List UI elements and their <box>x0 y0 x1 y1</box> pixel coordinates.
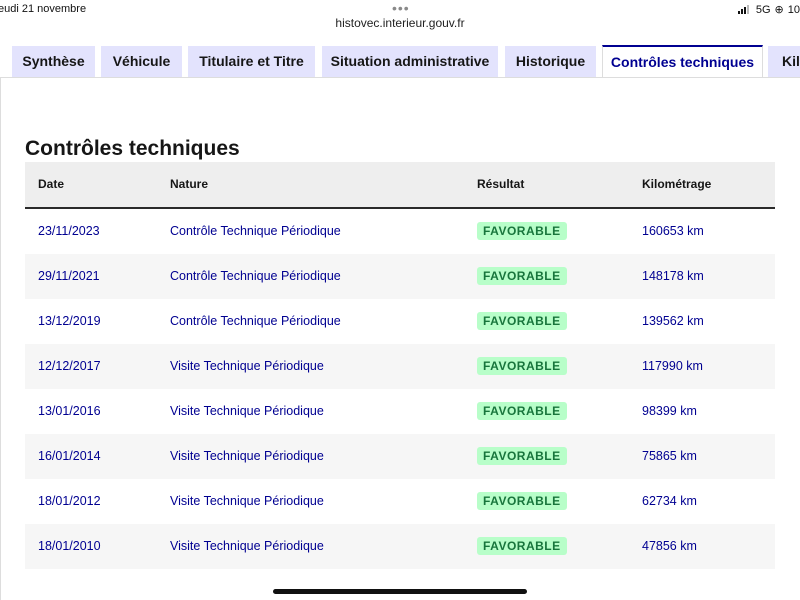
cell-nature: Visite Technique Périodique <box>170 359 324 373</box>
cell-nature: Visite Technique Périodique <box>170 404 324 418</box>
header-nature: Nature <box>170 177 209 191</box>
cell-mileage: 139562 km <box>642 314 704 328</box>
result-badge: FAVORABLE <box>477 447 567 465</box>
result-badge: FAVORABLE <box>477 492 567 510</box>
header-date: Date <box>38 177 65 191</box>
cell-date: 18/01/2012 <box>38 494 101 508</box>
tab-bar: Synthèse Véhicule Titulaire et Titre Sit… <box>0 45 800 78</box>
network-label: 5G <box>755 3 771 16</box>
result-badge: FAVORABLE <box>477 537 567 555</box>
result-badge: FAVORABLE <box>477 312 567 330</box>
table-row: 23/11/2023 Contrôle Technique Périodique… <box>25 209 775 254</box>
tab-synthese[interactable]: Synthèse <box>12 46 95 77</box>
cell-nature: Visite Technique Périodique <box>170 494 324 508</box>
cell-date: 13/01/2016 <box>38 404 101 418</box>
result-badge: FAVORABLE <box>477 267 567 285</box>
cell-mileage: 98399 km <box>642 404 697 418</box>
tab-divider <box>0 77 800 78</box>
result-badge: FAVORABLE <box>477 222 567 240</box>
status-date: eudi 21 novembre <box>0 3 87 15</box>
cell-mileage: 148178 km <box>642 269 704 283</box>
tab-vehicule[interactable]: Véhicule <box>101 46 182 77</box>
battery-label: 10 <box>787 3 800 16</box>
url-bar[interactable]: histovec.interieur.gouv.fr <box>0 16 800 30</box>
page-title: Contrôles techniques <box>25 137 240 160</box>
home-indicator[interactable] <box>273 589 527 594</box>
status-indicators: 5G ⊕ 10 <box>737 3 800 16</box>
header-result: Résultat <box>477 177 525 191</box>
panel-border <box>0 77 1 600</box>
table-row: 13/01/2016 Visite Technique Périodique F… <box>25 389 775 434</box>
cell-date: 18/01/2010 <box>38 539 101 553</box>
table-row: 18/01/2010 Visite Technique Périodique F… <box>25 524 775 569</box>
cell-date: 23/11/2023 <box>38 224 100 238</box>
header-mileage: Kilométrage <box>642 177 712 191</box>
tab-kilometrage[interactable]: Kilo <box>768 46 800 77</box>
tab-situation-administrative[interactable]: Situation administrative <box>322 46 498 77</box>
signal-icon <box>737 5 749 14</box>
cell-mileage: 47856 km <box>642 539 697 553</box>
cell-mileage: 160653 km <box>642 224 704 238</box>
cell-mileage: 75865 km <box>642 449 697 463</box>
cell-date: 13/12/2019 <box>38 314 101 328</box>
cell-nature: Contrôle Technique Périodique <box>170 314 341 328</box>
cell-date: 16/01/2014 <box>38 449 101 463</box>
table-row: 12/12/2017 Visite Technique Périodique F… <box>25 344 775 389</box>
cell-nature: Contrôle Technique Périodique <box>170 224 341 238</box>
cell-mileage: 62734 km <box>642 494 697 508</box>
controles-table: Date Nature Résultat Kilométrage 23/11/2… <box>25 162 775 569</box>
cell-mileage: 117990 km <box>642 359 703 373</box>
tab-historique[interactable]: Historique <box>505 46 596 77</box>
location-icon: ⊕ <box>774 4 784 16</box>
cell-nature: Contrôle Technique Périodique <box>170 269 341 283</box>
table-row: 29/11/2021 Contrôle Technique Périodique… <box>25 254 775 299</box>
cell-nature: Visite Technique Périodique <box>170 539 324 553</box>
cell-date: 29/11/2021 <box>38 269 100 283</box>
result-badge: FAVORABLE <box>477 357 567 375</box>
result-badge: FAVORABLE <box>477 402 567 420</box>
more-dots-icon[interactable]: ••• <box>392 0 410 16</box>
table-row: 18/01/2012 Visite Technique Périodique F… <box>25 479 775 524</box>
table-row: 16/01/2014 Visite Technique Périodique F… <box>25 434 775 479</box>
cell-date: 12/12/2017 <box>38 359 101 373</box>
cell-nature: Visite Technique Périodique <box>170 449 324 463</box>
table-header: Date Nature Résultat Kilométrage <box>25 162 775 209</box>
table-row: 13/12/2019 Contrôle Technique Périodique… <box>25 299 775 344</box>
tab-controles-techniques[interactable]: Contrôles techniques <box>602 45 763 78</box>
tab-titulaire[interactable]: Titulaire et Titre <box>188 46 315 77</box>
